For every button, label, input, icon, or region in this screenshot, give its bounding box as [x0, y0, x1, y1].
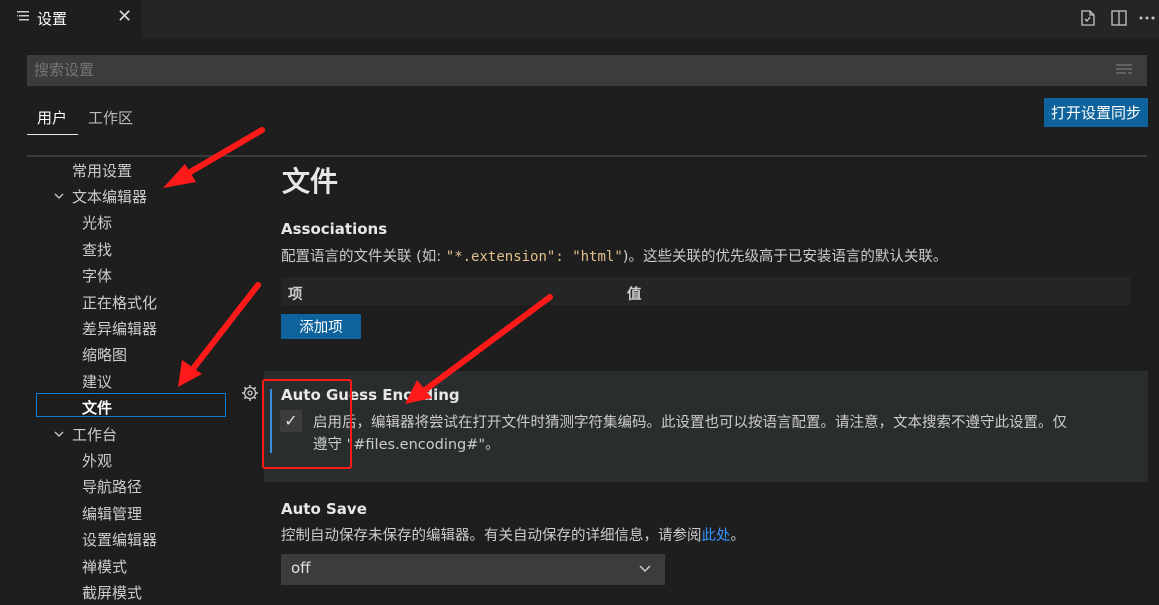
annotation-arrow: [177, 127, 265, 181]
column-header-value: 值: [627, 287, 642, 303]
settings-editor-icon: [17, 11, 29, 21]
more-actions-icon[interactable]: [1136, 7, 1158, 29]
desc-text: 控制自动保存未保存的编辑器。有关自动保存的详细信息，请参阅: [281, 528, 702, 544]
desc-code: "*.extension": "html": [445, 249, 623, 265]
tab-label: 设置: [37, 10, 68, 28]
desc-text: )。这些关联的优先级高于已安装语言的默认关联。: [622, 249, 948, 265]
tree-item-files[interactable]: 文件: [82, 397, 112, 418]
tree-item-commonly-used[interactable]: 常用设置: [72, 160, 132, 181]
tree-item-formatting[interactable]: 正在格式化: [82, 292, 157, 313]
auto-save-dropdown[interactable]: [281, 554, 665, 585]
column-header-item: 项: [288, 287, 303, 303]
chevron-down-icon[interactable]: [53, 428, 65, 440]
tree-item-breadcrumbs[interactable]: 导航路径: [82, 476, 142, 497]
desc-text: 。: [730, 528, 746, 544]
tree-item-appearance[interactable]: 外观: [82, 450, 112, 471]
tree-item-text-editor[interactable]: 文本编辑器: [72, 186, 147, 207]
chevron-down-icon: [639, 565, 651, 573]
tab-settings[interactable]: 设置 ✕: [0, 0, 142, 38]
tab-workspace[interactable]: 工作区: [88, 107, 133, 128]
settings-sync-button[interactable]: 打开设置同步: [1044, 98, 1148, 127]
auto-save-dropdown-value: off: [291, 559, 311, 577]
search-input[interactable]: [34, 55, 1104, 86]
tree-item-cursor[interactable]: 光标: [82, 212, 112, 233]
active-tab-underline: [27, 134, 78, 135]
desc-text: 配置语言的文件关联 (如:: [281, 249, 446, 265]
setting-desc-associations: 配置语言的文件关联 (如: "*.extension": "html")。这些关…: [281, 245, 947, 266]
annotation-arrowhead: [178, 360, 202, 387]
header-divider: [27, 155, 1147, 157]
tree-item-suggestions[interactable]: 建议: [82, 371, 112, 392]
annotation-highlight-box: [262, 379, 352, 469]
tree-item-editor-management[interactable]: 编辑管理: [82, 503, 142, 524]
setting-desc-auto-guess-line1: 启用后，编辑器将尝试在打开文件时猜测字符集编码。此设置也可以按语言配置。请注意，…: [313, 415, 1067, 431]
section-title: 文件: [282, 165, 339, 198]
tree-selection-outline: [36, 393, 226, 417]
split-editor-icon[interactable]: [1108, 7, 1130, 29]
tab-user[interactable]: 用户: [37, 107, 67, 128]
chevron-down-icon[interactable]: [53, 190, 65, 202]
associations-table-header: [281, 277, 1130, 305]
annotation-arrowhead: [163, 164, 196, 188]
tree-item-settings-editor[interactable]: 设置编辑器: [82, 529, 157, 550]
filter-icon[interactable]: [1114, 62, 1134, 78]
setting-desc-auto-save: 控制自动保存未保存的编辑器。有关自动保存的详细信息，请参阅此处。: [281, 524, 745, 545]
tree-item-find[interactable]: 查找: [82, 239, 112, 260]
add-item-button[interactable]: 添加项: [281, 314, 361, 339]
setting-title-associations: Associations: [281, 220, 388, 238]
open-json-icon[interactable]: [1077, 7, 1099, 29]
tree-item-font[interactable]: 字体: [82, 265, 112, 286]
editor-tab-bar: [0, 0, 1159, 38]
tree-item-workbench[interactable]: 工作台: [72, 424, 117, 445]
setting-title-auto-save: Auto Save: [281, 500, 367, 518]
annotation-arrow: [189, 282, 261, 373]
tree-item-screencast-mode[interactable]: 截屏模式: [82, 582, 142, 603]
tree-item-zen-mode[interactable]: 禅模式: [82, 556, 127, 577]
tree-item-diff-editor[interactable]: 差异编辑器: [82, 318, 157, 339]
auto-save-docs-link[interactable]: 此处: [702, 528, 731, 544]
gear-icon[interactable]: [241, 384, 259, 402]
close-icon[interactable]: ✕: [117, 6, 132, 27]
tree-item-minimap[interactable]: 缩略图: [82, 344, 127, 365]
